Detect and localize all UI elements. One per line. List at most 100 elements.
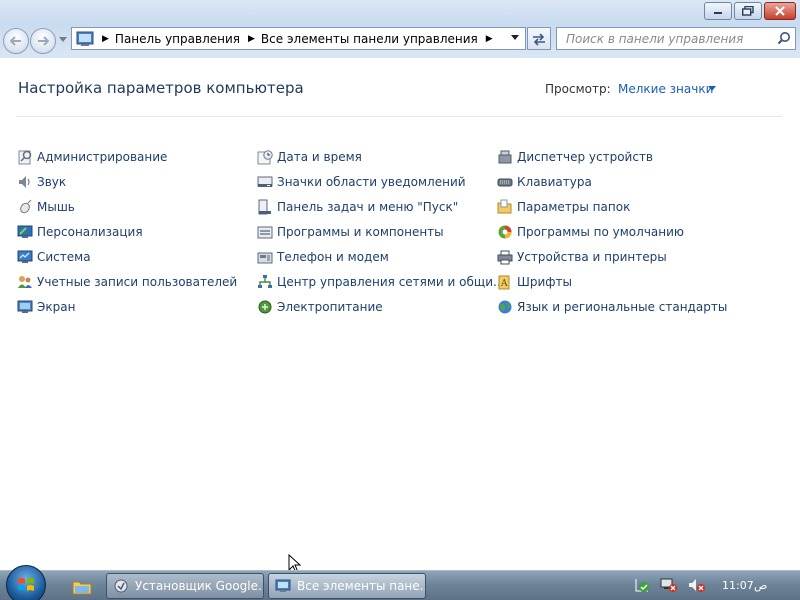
cp-item-device-manager[interactable]: Диспетчер устройств (497, 144, 727, 169)
recent-pages-dropdown-icon[interactable] (59, 37, 67, 42)
header-divider (16, 116, 782, 117)
control-panel-icon (76, 31, 94, 46)
cp-item-phone-modem[interactable]: Телефон и модем (257, 244, 504, 269)
clock-time[interactable]: 11:07 (722, 579, 754, 592)
minimize-button[interactable] (704, 2, 732, 20)
item-label: Программы и компоненты (277, 224, 444, 239)
cp-item-mouse[interactable]: Мышь (17, 194, 237, 219)
clock-period: ص (754, 579, 768, 592)
refresh-button[interactable] (527, 27, 551, 50)
taskbar-start-icon (258, 199, 271, 214)
item-label: Телефон и модем (277, 249, 389, 264)
control-panel-icon (275, 579, 291, 592)
network-disconnected-icon[interactable] (660, 577, 678, 593)
cp-item-system[interactable]: Система (17, 244, 237, 269)
item-label: Значки области уведомлений (277, 174, 466, 189)
cp-item-programs-features[interactable]: Программы и компоненты (257, 219, 504, 244)
start-button[interactable] (6, 565, 46, 600)
phone-modem-icon (257, 252, 273, 263)
cp-item-user-accounts[interactable]: Учетные записи пользователей (17, 269, 237, 294)
volume-muted-icon[interactable] (688, 577, 706, 593)
item-label: Центр управления сетями и общи... (277, 274, 505, 289)
cp-item-fonts[interactable]: A Шрифты (497, 269, 727, 294)
user-accounts-icon (18, 275, 32, 288)
cp-item-power-options[interactable]: Электропитание (257, 294, 504, 319)
address-dropdown-icon[interactable] (511, 35, 519, 40)
cp-item-personalization[interactable]: Персонализация (17, 219, 237, 244)
item-label: Система (37, 249, 91, 264)
search-input[interactable]: Поиск в панели управления (556, 27, 796, 50)
cp-item-date-time[interactable]: Дата и время (257, 144, 504, 169)
windows-logo-icon (18, 578, 34, 591)
breadcrumb-separator[interactable]: ▶ (248, 34, 255, 44)
cp-item-default-programs[interactable]: Программы по умолчанию (497, 219, 727, 244)
search-placeholder: Поиск в панели управления (566, 32, 744, 46)
window-titlebar (0, 0, 800, 24)
restore-button[interactable] (734, 2, 762, 20)
cp-item-devices-printers[interactable]: Устройства и принтеры (497, 244, 727, 269)
view-by-label: Просмотр: (545, 82, 611, 96)
breadcrumb-all-items[interactable]: Все элементы панели управления (261, 32, 478, 46)
item-label: Электропитание (277, 299, 383, 314)
forward-button[interactable] (30, 28, 56, 54)
caption-buttons (704, 2, 796, 20)
explorer-pinned-button[interactable] (66, 575, 98, 599)
system-tray (634, 577, 706, 593)
cp-item-region-language[interactable]: Язык и региональные стандарты (497, 294, 727, 319)
address-bar[interactable]: ▶ Панель управления ▶ Все элементы панел… (71, 27, 526, 50)
page-title: Настройка параметров компьютера (18, 79, 304, 97)
network-center-icon (258, 274, 272, 288)
item-label: Звук (37, 174, 67, 189)
search-icon[interactable] (777, 31, 791, 45)
item-label: Программы по умолчанию (517, 224, 685, 239)
default-programs-icon (498, 225, 512, 238)
breadcrumb-separator[interactable]: ▶ (486, 34, 493, 44)
cp-item-sound[interactable]: Звук (17, 169, 237, 194)
cp-item-administration[interactable]: Администрирование (17, 144, 237, 169)
taskbar-task-control-panel[interactable]: Все элементы пане... (268, 573, 426, 599)
main-content: Настройка параметров компьютера Просмотр… (0, 58, 800, 574)
back-button[interactable] (3, 28, 29, 54)
fonts-icon: A (498, 275, 510, 289)
region-language-icon (498, 300, 512, 313)
items-column-2: Дата и время Значки области уведомлений … (257, 144, 504, 319)
display-icon (17, 300, 33, 313)
item-label: Параметры папок (517, 199, 631, 214)
back-arrow-icon (10, 36, 21, 46)
cp-item-keyboard[interactable]: Клавиатура (497, 169, 727, 194)
programs-features-icon (257, 226, 273, 238)
mouse-icon (20, 199, 32, 213)
item-label: Экран (37, 299, 76, 314)
close-icon (775, 6, 785, 16)
view-by-dropdown[interactable]: Мелкие значки (618, 82, 713, 96)
devices-printers-icon (497, 250, 513, 264)
refresh-icon (533, 32, 545, 46)
action-center-icon[interactable] (634, 577, 650, 593)
cp-item-notification-icons[interactable]: Значки области уведомлений (257, 169, 504, 194)
task-label: Установщик Google... (135, 579, 264, 593)
taskbar-task-installer[interactable]: Установщик Google... (106, 573, 264, 599)
navigation-bar: ▶ Панель управления ▶ Все элементы панел… (0, 24, 800, 58)
folder-options-icon (497, 199, 512, 213)
item-label: Учетные записи пользователей (37, 274, 238, 289)
installer-icon (114, 579, 128, 593)
device-manager-icon (498, 150, 512, 163)
breadcrumb-control-panel[interactable]: Панель управления (115, 32, 240, 46)
item-label: Дата и время (277, 149, 362, 164)
cp-item-display[interactable]: Экран (17, 294, 237, 319)
cp-item-network-center[interactable]: Центр управления сетями и общи... (257, 269, 504, 294)
item-label: Персонализация (37, 224, 143, 239)
close-button[interactable] (764, 2, 796, 20)
admin-tools-icon (18, 150, 32, 164)
item-label: Клавиатура (517, 174, 592, 189)
keyboard-icon (497, 178, 513, 186)
system-icon (17, 250, 33, 263)
power-options-icon (258, 300, 272, 313)
cp-item-taskbar-start[interactable]: Панель задач и меню "Пуск" (257, 194, 504, 219)
item-label: Мышь (37, 199, 75, 214)
breadcrumb-separator[interactable]: ▶ (102, 34, 109, 44)
personalization-icon (17, 225, 33, 238)
view-dropdown-icon[interactable] (708, 86, 716, 91)
date-time-icon (257, 149, 273, 164)
cp-item-folder-options[interactable]: Параметры папок (497, 194, 727, 219)
